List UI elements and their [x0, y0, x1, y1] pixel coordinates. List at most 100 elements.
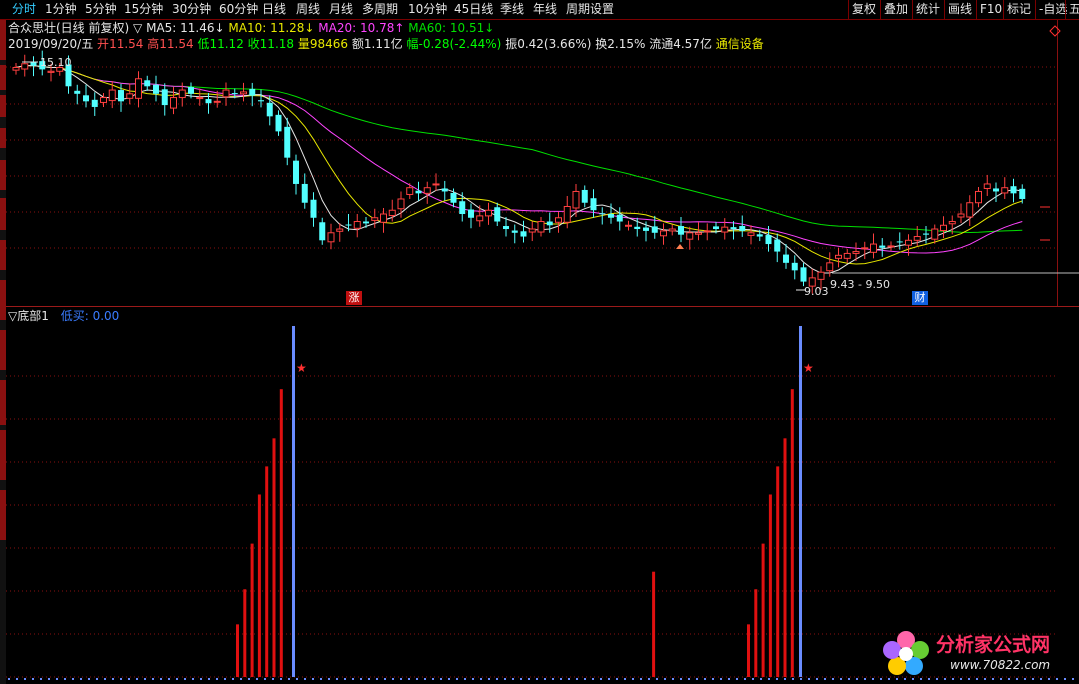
candle-body-49: [441, 188, 448, 192]
baseline-dot: [136, 678, 138, 680]
baseline-dot: [16, 678, 18, 680]
candle-body-45: [406, 187, 414, 195]
baseline-dot: [328, 678, 330, 680]
baseline-dot: [808, 678, 810, 680]
candle-body-61: [546, 221, 553, 226]
baseline-dot: [184, 678, 186, 680]
candle-body-62: [555, 217, 562, 223]
candle-body-42: [380, 213, 387, 223]
baseline-dot: [352, 678, 354, 680]
candle-body-77: [686, 232, 694, 240]
candle-body-15: [144, 80, 151, 87]
hist-bar-0-4: [265, 466, 269, 677]
candle-body-64: [572, 190, 580, 209]
candle-body-37: [336, 228, 344, 232]
baseline-dot: [792, 678, 794, 680]
baseline-dot: [856, 678, 858, 680]
badge-zhang[interactable]: 涨: [346, 291, 362, 305]
baseline-dot: [840, 678, 842, 680]
signal-star-icon-1: ★: [803, 361, 814, 375]
baseline-dot: [48, 678, 50, 680]
baseline-dot: [56, 678, 58, 680]
candle-body-19: [178, 89, 186, 99]
baseline-dot: [216, 678, 218, 680]
baseline-dot: [824, 678, 826, 680]
baseline-dot: [472, 678, 474, 680]
baseline-dot: [496, 678, 498, 680]
candle-body-53: [476, 215, 484, 222]
candle-body-16: [153, 84, 159, 94]
candle-body-41: [371, 217, 379, 221]
candle-body-65: [581, 189, 588, 203]
baseline-dot: [704, 678, 706, 680]
baseline-dot: [192, 678, 194, 680]
baseline-dot: [392, 678, 394, 680]
candle-body-114: [1010, 186, 1017, 194]
baseline-dot: [672, 678, 674, 680]
signal-bar-0: [292, 326, 295, 677]
candle-body-44: [397, 198, 405, 210]
baseline-dot: [648, 678, 650, 680]
baseline-dot: [592, 678, 594, 680]
candle-body-66: [590, 198, 597, 211]
baseline-dot: [536, 678, 538, 680]
baseline-dot: [408, 678, 410, 680]
baseline-dot: [176, 678, 178, 680]
baseline-dot: [336, 678, 338, 680]
baseline-dot: [608, 678, 610, 680]
candle-body-69: [616, 214, 623, 222]
hist-bar-1-0: [747, 624, 750, 677]
candle-body-30: [275, 114, 282, 132]
indicator-label: 低买:: [60, 309, 89, 323]
hist-bar-1-6: [790, 389, 794, 677]
candle-body-79: [703, 230, 711, 233]
candle-body-83: [739, 226, 746, 231]
baseline-dot: [440, 678, 442, 680]
badge-cai[interactable]: 财: [912, 291, 928, 305]
baseline-dot: [760, 678, 762, 680]
indicator-name[interactable]: ▽底部1: [8, 309, 49, 323]
baseline-dot: [456, 678, 458, 680]
candle-body-31: [284, 126, 291, 158]
baseline-dot: [448, 678, 450, 680]
candle-body-110: [975, 190, 982, 204]
baseline-dot: [248, 678, 250, 680]
candle-body-86: [765, 235, 772, 245]
candle-body-48: [432, 183, 440, 186]
baseline-dot: [816, 678, 818, 680]
candle-body-88: [783, 254, 789, 263]
baseline-dot: [576, 678, 578, 680]
hist-bar-0-5: [272, 438, 276, 677]
candle-body-112: [993, 188, 999, 192]
baseline-dot: [8, 678, 10, 680]
baseline-dot: [384, 678, 386, 680]
baseline-dot: [696, 678, 698, 680]
flower-logo-icon: [883, 631, 929, 675]
candle-body-55: [494, 207, 501, 222]
kline-chart[interactable]: 15.10 9.039.43 - 9.50 ★ ★: [0, 0, 1079, 684]
baseline-dot: [104, 678, 106, 680]
baseline-dot: [504, 678, 506, 680]
candle-body-92: [817, 271, 825, 280]
candle-body-35: [319, 222, 326, 241]
candle-body-78: [695, 232, 702, 235]
watermark-title: 分析家公式网: [936, 634, 1051, 656]
panel-divider[interactable]: [6, 306, 1079, 307]
candle-body-87: [774, 239, 781, 252]
candle-body-9: [91, 99, 98, 107]
baseline-dot: [256, 678, 258, 680]
candle-body-40: [363, 221, 369, 224]
baseline-dot: [312, 678, 314, 680]
candle-body-56: [503, 226, 509, 230]
baseline-dot: [656, 678, 658, 680]
baseline-dot: [344, 678, 346, 680]
baseline-dot: [152, 678, 154, 680]
baseline-dot: [688, 678, 690, 680]
candle-body-71: [634, 226, 641, 230]
watermark: 分析家公式网 www.70822.com: [880, 626, 1070, 680]
candle-body-2: [30, 62, 37, 66]
baseline-dot: [632, 678, 634, 680]
baseline-dot: [296, 678, 298, 680]
candle-body-25: [231, 93, 238, 95]
baseline-dot: [288, 678, 290, 680]
